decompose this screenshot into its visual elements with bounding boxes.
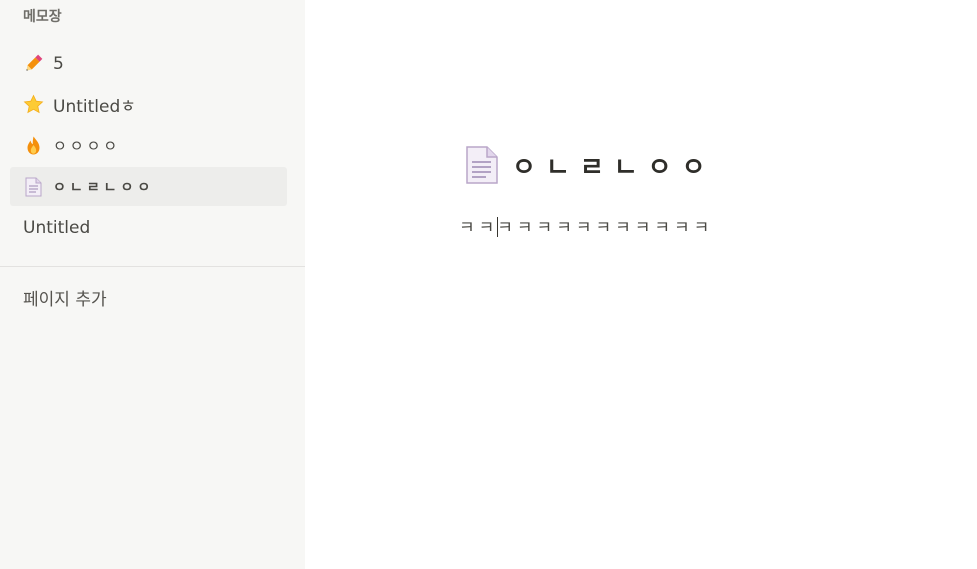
- page-icon: [23, 176, 44, 197]
- document-header: ㅇㄴㄹㄴㅇㅇ: [465, 145, 716, 185]
- page-title[interactable]: ㅇㄴㄹㄴㅇㅇ: [512, 147, 716, 184]
- fire-icon: [23, 135, 44, 156]
- page-list: 5 Untitledㅎ ㅇㅇㅇㅇ ㅇㄴㄹㄴㅇㅇ Untitled: [10, 44, 287, 249]
- add-page-button[interactable]: 페이지 추가: [23, 285, 107, 310]
- sidebar-item-label: ㅇㄴㄹㄴㅇㅇ: [53, 179, 155, 196]
- body-text-after-caret: ㅋㅋㅋㅋㅋㅋㅋㅋㅋㅋㅋ: [497, 218, 714, 238]
- pencil-icon: [23, 53, 44, 74]
- sidebar-item-label: Untitled: [23, 217, 91, 238]
- sidebar-item-untitled-h[interactable]: Untitledㅎ: [10, 85, 287, 124]
- sidebar-item-untitled[interactable]: Untitled: [10, 208, 287, 247]
- page-icon[interactable]: [465, 145, 499, 185]
- sidebar-item-page-5[interactable]: 5: [10, 44, 287, 83]
- star-icon: [23, 94, 44, 115]
- sidebar-title: 메모장: [23, 9, 62, 25]
- sidebar-item-label: 5: [53, 53, 64, 74]
- sidebar: 메모장 5 Untitledㅎ ㅇㅇㅇㅇ ㅇㄴㄹㄴㅇㅇ Untitled 페이지…: [0, 0, 305, 569]
- sidebar-item-label: ㅇㅇㅇㅇ: [53, 137, 121, 155]
- sidebar-item-label: Untitledㅎ: [53, 97, 136, 117]
- app-window: 메모장 5 Untitledㅎ ㅇㅇㅇㅇ ㅇㄴㄹㄴㅇㅇ Untitled 페이지…: [0, 0, 977, 569]
- sidebar-divider: [0, 266, 305, 267]
- document-body-editor[interactable]: ㅋㅋㅋㅋㅋㅋㅋㅋㅋㅋㅋㅋㅋ: [459, 213, 713, 238]
- document-area: ㅇㄴㄹㄴㅇㅇ ㅋㅋㅋㅋㅋㅋㅋㅋㅋㅋㅋㅋㅋ: [305, 0, 977, 569]
- sidebar-item-active-page[interactable]: ㅇㄴㄹㄴㅇㅇ: [10, 167, 287, 206]
- sidebar-item-oooo[interactable]: ㅇㅇㅇㅇ: [10, 126, 287, 165]
- body-text-before-caret: ㅋㅋ: [459, 218, 499, 238]
